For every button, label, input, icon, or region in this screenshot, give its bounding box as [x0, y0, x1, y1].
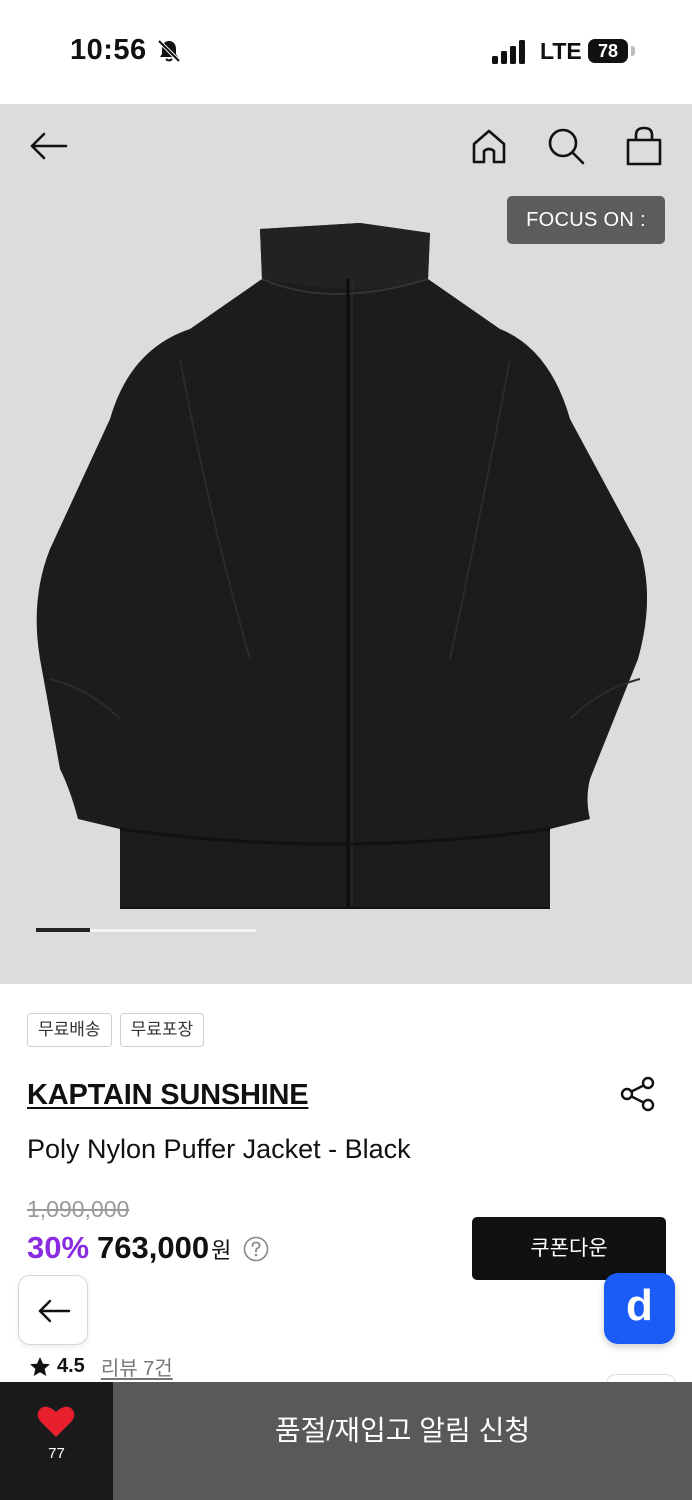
restock-alert-button[interactable]: 품절/재입고 알림 신청 [113, 1382, 692, 1500]
jacket-product-image [36, 223, 648, 909]
battery-icon: 78 [588, 39, 628, 63]
rating-row: 4.5 리뷰 7건 [29, 1352, 173, 1381]
help-icon[interactable] [243, 1236, 269, 1262]
price-row: 30% 763,000 원 [27, 1230, 269, 1266]
network-label: LTE [540, 38, 582, 64]
shopping-bag-icon[interactable] [622, 124, 666, 168]
back-arrow-icon[interactable] [26, 124, 70, 168]
floating-back-button[interactable] [18, 1275, 88, 1345]
original-price: 1,090,000 [27, 1196, 130, 1222]
heart-icon [37, 1406, 75, 1437]
currency-unit: 원 [211, 1238, 232, 1263]
like-count: 77 [48, 1445, 65, 1462]
review-count-link[interactable]: 리뷰 7건 [101, 1352, 173, 1381]
sale-price: 763,000 [97, 1230, 210, 1265]
carousel-pager-active [36, 928, 90, 932]
status-bar: 10:56 LTE 78 [0, 0, 692, 104]
home-icon[interactable] [467, 124, 511, 168]
product-image-carousel[interactable]: FOCUS ON : [0, 104, 692, 984]
free-wrapping-tag: 무료포장 [119, 1013, 205, 1047]
search-icon[interactable] [544, 124, 588, 168]
battery-cap [631, 46, 635, 56]
back-arrow-icon [38, 1299, 71, 1323]
like-button[interactable]: 77 [0, 1382, 113, 1500]
discount-rate: 30% [27, 1230, 90, 1265]
bottom-action-bar: 77 품절/재입고 알림 신청 [0, 1382, 692, 1500]
star-icon [30, 1356, 50, 1376]
brand-link[interactable]: KAPTAIN SUNSHINE [27, 1079, 309, 1112]
signal-icon [492, 40, 525, 64]
status-time: 10:56 [70, 34, 147, 66]
carousel-pager [36, 928, 256, 932]
app-logo-button[interactable]: d [604, 1273, 675, 1344]
bell-muted-icon [157, 39, 181, 63]
rating-value: 4.5 [57, 1355, 85, 1377]
product-name: Poly Nylon Puffer Jacket - Black [27, 1134, 411, 1164]
free-shipping-tag: 무료배송 [27, 1013, 112, 1047]
share-icon[interactable] [619, 1075, 657, 1113]
coupon-download-button[interactable]: 쿠폰다운 [472, 1217, 666, 1280]
shipping-tags: 무료배송 무료포장 [27, 1013, 205, 1047]
